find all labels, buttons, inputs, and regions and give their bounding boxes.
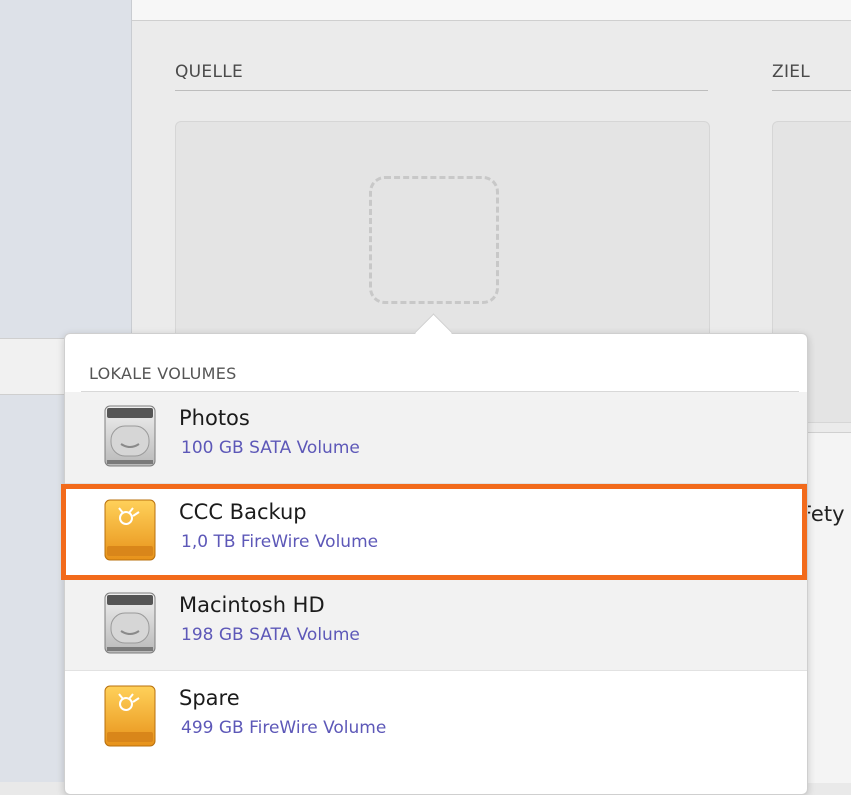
volume-name: Photos [179,406,250,430]
volume-desc: 1,0 TB FireWire Volume [181,532,379,552]
volume-row-macintosh-hd[interactable]: Macintosh HD 198 GB SATA Volume [65,579,807,671]
volume-name: CCC Backup [179,500,307,524]
source-label: QUELLE [175,62,244,82]
firewire-disk-icon [104,685,156,747]
right-panel [806,432,851,783]
volume-name: Spare [179,686,240,710]
destination-rule [772,90,851,91]
volume-row-ccc-backup[interactable]: CCC Backup 1,0 TB FireWire Volume [65,486,807,578]
source-rule [175,90,708,91]
destination-label: ZIEL [772,62,811,82]
volume-row-spare[interactable]: Spare 499 GB FireWire Volume [65,672,807,764]
volume-row-photos[interactable]: Photos 100 GB SATA Volume [65,392,807,484]
volume-popover: LOKALE VOLUMES Photos 100 GB SATA Volume [64,313,808,795]
hard-disk-icon [104,592,156,654]
volume-desc: 499 GB FireWire Volume [181,718,387,738]
popover-header: LOKALE VOLUMES [89,364,237,383]
hard-disk-icon [104,405,156,467]
volume-desc: 198 GB SATA Volume [181,625,360,645]
source-drop-target[interactable] [369,176,499,304]
top-bar [132,0,851,21]
firewire-disk-icon [104,499,156,561]
volume-desc: 100 GB SATA Volume [181,438,360,458]
volume-name: Macintosh HD [179,593,325,617]
